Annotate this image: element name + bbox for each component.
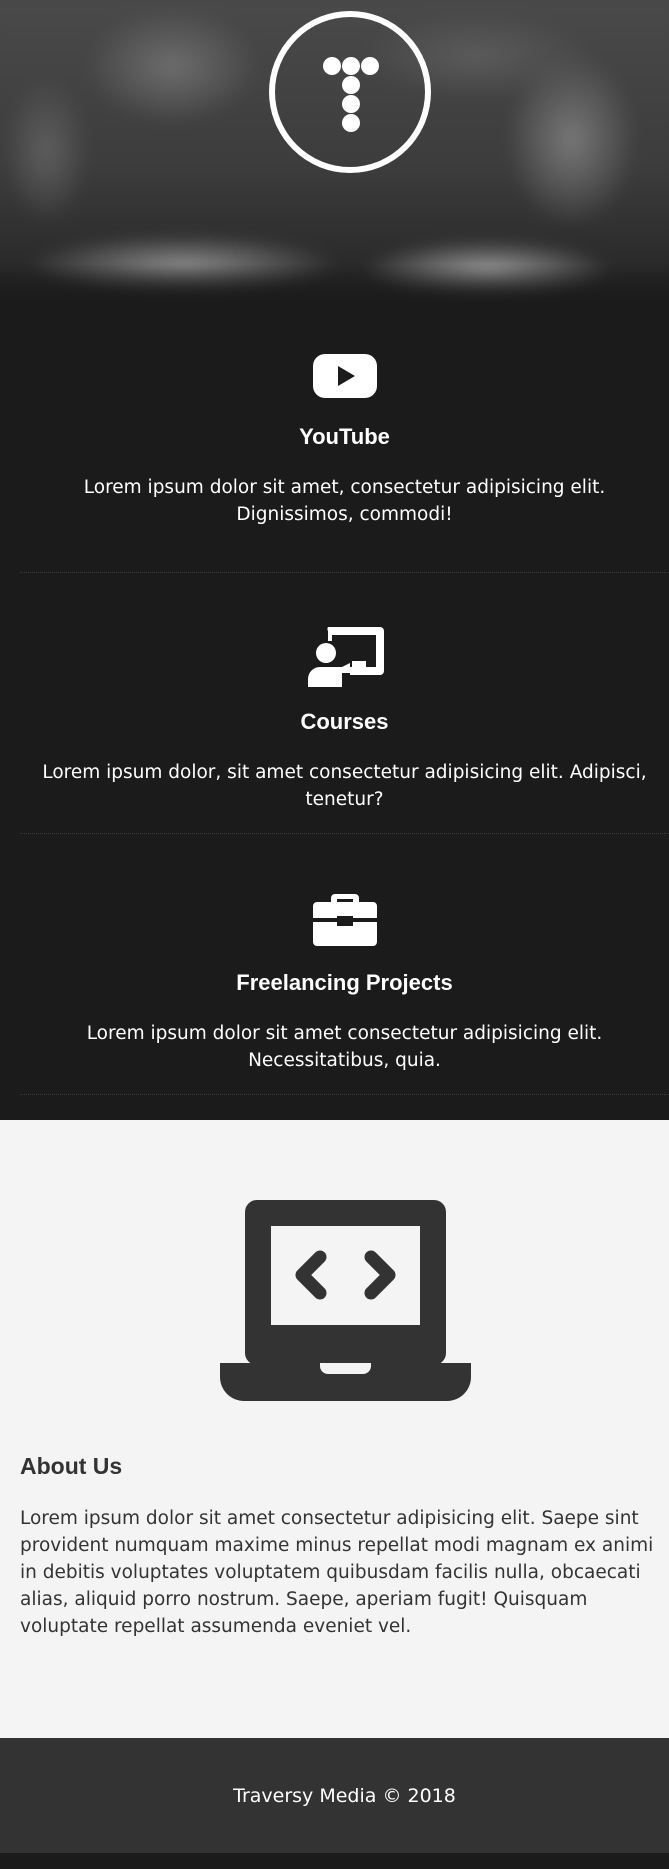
logo[interactable]	[269, 11, 431, 173]
briefcase-icon	[312, 894, 377, 946]
service-item-youtube: YouTube Lorem ipsum dolor sit amet, cons…	[20, 288, 669, 573]
chalkboard-teacher-icon	[307, 627, 384, 687]
traversy-logo-icon	[323, 57, 379, 132]
youtube-icon	[312, 354, 377, 398]
about-description: Lorem ipsum dolor sit amet consectetur a…	[20, 1508, 654, 1637]
service-item-courses: Courses Lorem ipsum dolor, sit amet cons…	[20, 573, 669, 834]
service-title: YouTube	[299, 424, 390, 449]
service-item-freelancing: Freelancing Projects Lorem ipsum dolor s…	[20, 834, 669, 1095]
laptop-code-icon	[220, 1200, 471, 1401]
service-title: Freelancing Projects	[236, 970, 453, 995]
service-description: Lorem ipsum dolor sit amet, consectetur …	[83, 477, 606, 525]
about-section: About Us Lorem ipsum dolor sit amet cons…	[0, 1120, 669, 1738]
footer: Traversy Media © 2018	[0, 1738, 669, 1853]
about-title: About Us	[20, 1453, 123, 1479]
hero-header	[0, 0, 669, 304]
service-title: Courses	[300, 709, 389, 734]
service-description: Lorem ipsum dolor sit amet consectetur a…	[86, 1023, 603, 1071]
footer-copyright: Traversy Media © 2018	[233, 1784, 456, 1807]
services-section: YouTube Lorem ipsum dolor sit amet, cons…	[0, 288, 669, 1095]
service-description: Lorem ipsum dolor, sit amet consectetur …	[42, 762, 647, 810]
